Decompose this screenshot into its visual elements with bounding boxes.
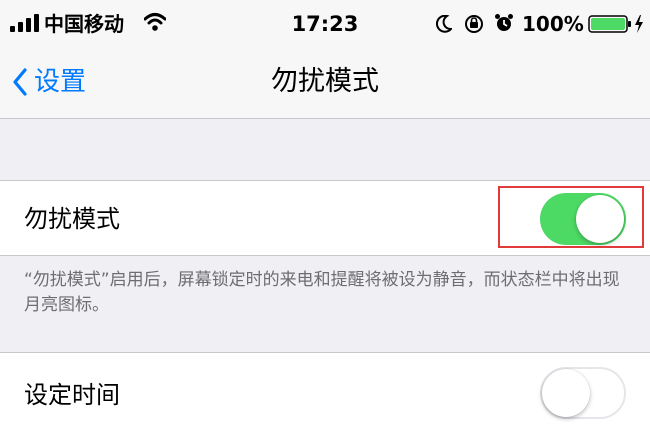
wifi-icon xyxy=(144,13,166,31)
scheduled-label: 设定时间 xyxy=(24,381,120,409)
battery-percent: 100% xyxy=(522,12,584,36)
back-button[interactable]: 设置 xyxy=(12,64,86,100)
do-not-disturb-label: 勿扰模式 xyxy=(24,205,120,233)
do-not-disturb-cell: 勿扰模式 xyxy=(0,180,650,256)
moon-icon xyxy=(436,15,452,33)
carrier-name: 中国移动 xyxy=(44,12,124,36)
do-not-disturb-toggle[interactable] xyxy=(540,193,626,245)
alarm-icon xyxy=(495,14,513,31)
battery-icon xyxy=(588,15,631,33)
toggle-knob xyxy=(542,369,590,417)
toggle-knob xyxy=(576,195,624,243)
charging-icon xyxy=(635,15,643,33)
navigation-bar: 设置 勿扰模式 xyxy=(0,48,650,119)
rotation-lock-icon xyxy=(465,15,483,33)
status-bar: 中国移动 17:23 100% xyxy=(0,0,650,48)
scheduled-toggle[interactable] xyxy=(540,367,626,419)
chevron-left-icon xyxy=(13,68,27,96)
do-not-disturb-description: “勿扰模式”启用后，屏幕锁定时的来电和提醒将被设为静音，而状态栏中将出现月亮图标… xyxy=(24,270,620,315)
back-label: 设置 xyxy=(34,67,87,97)
scheduled-cell: 设定时间 xyxy=(0,352,650,433)
page-title: 勿扰模式 xyxy=(271,66,379,97)
signal-icon xyxy=(10,14,39,32)
